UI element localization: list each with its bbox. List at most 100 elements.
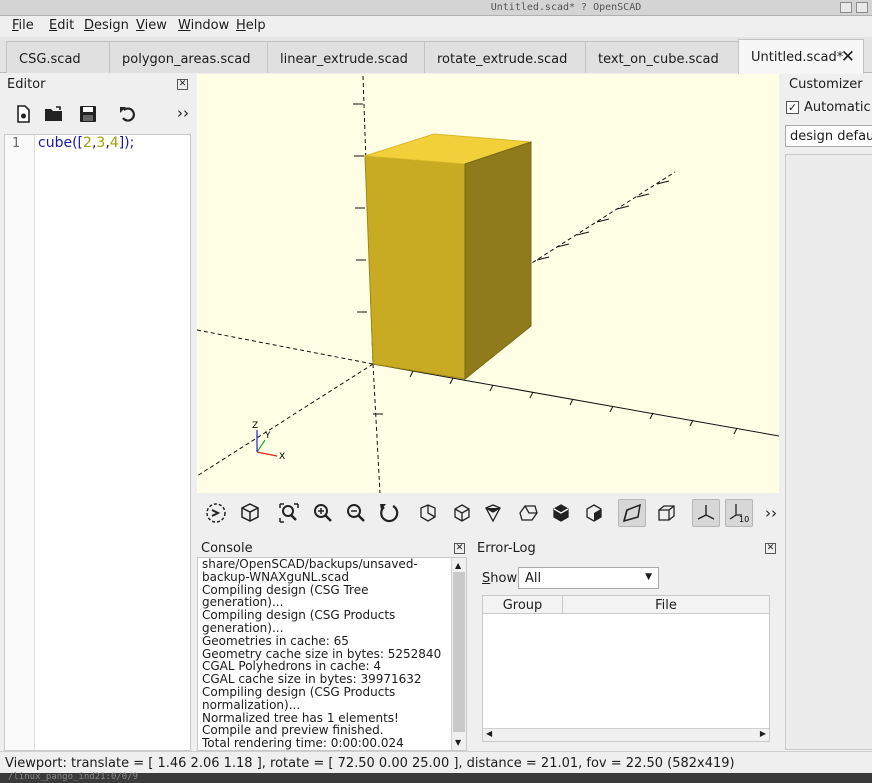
cube-side-face [464, 141, 532, 381]
statusbar: Viewport: translate = [ 1.46 2.06 1.18 ]… [0, 751, 872, 773]
console-lines: share/OpenSCAD/backups/unsaved- backup-W… [202, 558, 450, 750]
tab-rotate-extrude[interactable]: rotate_extrude.scad [424, 41, 586, 73]
column-header-group[interactable]: Group [483, 596, 563, 614]
menu-window[interactable]: Window [178, 18, 229, 33]
tab-text-on-cube[interactable]: text_on_cube.scad [585, 41, 739, 73]
show-scale-icon[interactable]: 10 [725, 499, 753, 527]
view-top-icon[interactable] [448, 499, 476, 527]
menu-window-label: indow [190, 18, 230, 33]
menu-help[interactable]: Help [236, 18, 266, 33]
editor-close-icon[interactable]: ✕ [177, 79, 188, 90]
view-all-icon[interactable] [275, 499, 303, 527]
view-front-icon[interactable] [547, 499, 575, 527]
perspective-icon[interactable] [618, 499, 646, 527]
window-title: Untitled.scad* ? OpenSCAD [490, 2, 642, 13]
preview-icon[interactable] [202, 499, 230, 527]
code-number: 4 [109, 135, 119, 151]
render-icon[interactable] [236, 499, 264, 527]
editor-panel: Editor ✕ ›› 1 cube([2,3,4]); [0, 74, 194, 751]
column-header-file[interactable]: File [563, 596, 769, 614]
menu-file[interactable]: File [12, 18, 34, 33]
view-right-icon[interactable] [414, 499, 442, 527]
tab-polygon-areas[interactable]: polygon_areas.scad [109, 41, 268, 73]
customizer-panel: Customizer ✓ Automatic P design default [782, 74, 872, 751]
axes-indicator: X Y Z [252, 421, 285, 462]
undo-icon[interactable] [118, 104, 138, 124]
cube-front-face [364, 155, 466, 380]
zoom-in-icon[interactable] [309, 499, 337, 527]
console-scrollbar[interactable]: ▲ ▼ [451, 558, 466, 750]
close-window-button[interactable] [856, 2, 868, 13]
x-axis-ticks [409, 370, 738, 435]
code-open-bracket: ([ [72, 135, 84, 151]
3d-viewport[interactable]: X Y Z [197, 74, 779, 493]
zoom-out-icon[interactable] [342, 499, 370, 527]
console-line: share/OpenSCAD/backups/unsaved- [202, 557, 418, 571]
horizontal-scrollbar[interactable]: ◀ ▶ [483, 728, 769, 741]
menu-design[interactable]: Design [84, 18, 129, 33]
console-close-icon[interactable]: ✕ [454, 543, 465, 554]
z-axis-lower [372, 363, 381, 493]
menu-view-accel: V [136, 18, 145, 33]
more-icon[interactable]: ›› [757, 499, 785, 527]
console-log[interactable]: share/OpenSCAD/backups/unsaved- backup-W… [197, 557, 467, 751]
reset-view-icon[interactable] [375, 499, 403, 527]
console-line: normalization)... [202, 697, 301, 712]
tab-label: polygon_areas.scad [122, 52, 251, 67]
tab-label: rotate_extrude.scad [437, 52, 568, 67]
viewport-status-text: Viewport: translate = [ 1.46 2.06 1.18 ]… [5, 756, 735, 771]
menu-edit-accel: E [49, 18, 58, 33]
line-number: 1 [12, 136, 21, 151]
code-close-bracket: ]); [118, 135, 135, 151]
tab-label: Untitled.scad* [751, 50, 844, 65]
show-select-value: All [525, 571, 542, 586]
close-tab-icon[interactable]: ✕ [841, 47, 855, 67]
tab-csg[interactable]: CSG.scad [6, 41, 110, 73]
code-number: 3 [96, 135, 106, 151]
show-select[interactable]: All ▼ [518, 567, 659, 589]
orthogonal-icon[interactable] [652, 499, 680, 527]
taskbar-text: /linux_pango_ind21:0/0/9 [8, 772, 139, 782]
show-label: Show [482, 571, 517, 586]
code-number: 2 [83, 135, 92, 151]
preset-select[interactable]: design default [785, 125, 872, 147]
new-file-icon[interactable] [13, 104, 33, 124]
view-back-icon[interactable] [580, 499, 608, 527]
menu-design-accel: D [84, 18, 95, 33]
console-panel: Console ✕ share/OpenSCAD/backups/unsaved… [197, 538, 469, 751]
window-titlebar: Untitled.scad* ? OpenSCAD [0, 0, 872, 16]
y-axis-ticks [536, 180, 670, 261]
more-icon[interactable]: ›› [177, 104, 189, 122]
scroll-up-icon[interactable]: ▲ [455, 561, 461, 570]
editor-title: Editor [7, 77, 46, 92]
axis-y-label: Y [264, 431, 271, 441]
automatic-preview-checkbox[interactable]: ✓ [786, 101, 799, 114]
console-line: generation)... [202, 620, 284, 635]
scroll-left-icon[interactable]: ◀ [486, 729, 492, 738]
menu-view[interactable]: View [136, 18, 167, 33]
scroll-right-icon[interactable]: ▶ [760, 729, 766, 738]
scroll-down-icon[interactable]: ▼ [455, 738, 461, 747]
menu-edit[interactable]: Edit [49, 18, 74, 33]
code-editor[interactable]: 1 cube([2,3,4]); [4, 134, 191, 751]
show-axes-icon[interactable] [692, 499, 720, 527]
open-folder-icon[interactable] [44, 104, 64, 124]
menu-file-label: ile [18, 18, 34, 33]
customizer-title: Customizer [789, 77, 863, 92]
save-icon[interactable] [78, 104, 98, 124]
view-left-icon[interactable] [514, 499, 542, 527]
menu-design-label: esign [94, 18, 129, 33]
code-line[interactable]: cube([2,3,4]); [38, 135, 134, 151]
maximize-button[interactable] [840, 2, 852, 13]
error-table[interactable]: Group File ◀ ▶ [482, 595, 770, 742]
error-log-close-icon[interactable]: ✕ [765, 543, 776, 554]
view-toolbar: 10 ›› [197, 495, 779, 531]
menu-help-label: elp [245, 18, 266, 33]
console-title: Console [201, 541, 253, 556]
tab-untitled[interactable]: Untitled.scad* ✕ [738, 39, 864, 74]
menu-edit-label: dit [57, 18, 75, 33]
view-bottom-icon[interactable] [479, 499, 507, 527]
scroll-thumb[interactable] [453, 572, 465, 732]
console-line: Geometries in cache: 65 [202, 633, 349, 648]
tab-linear-extrude[interactable]: linear_extrude.scad [267, 41, 425, 73]
